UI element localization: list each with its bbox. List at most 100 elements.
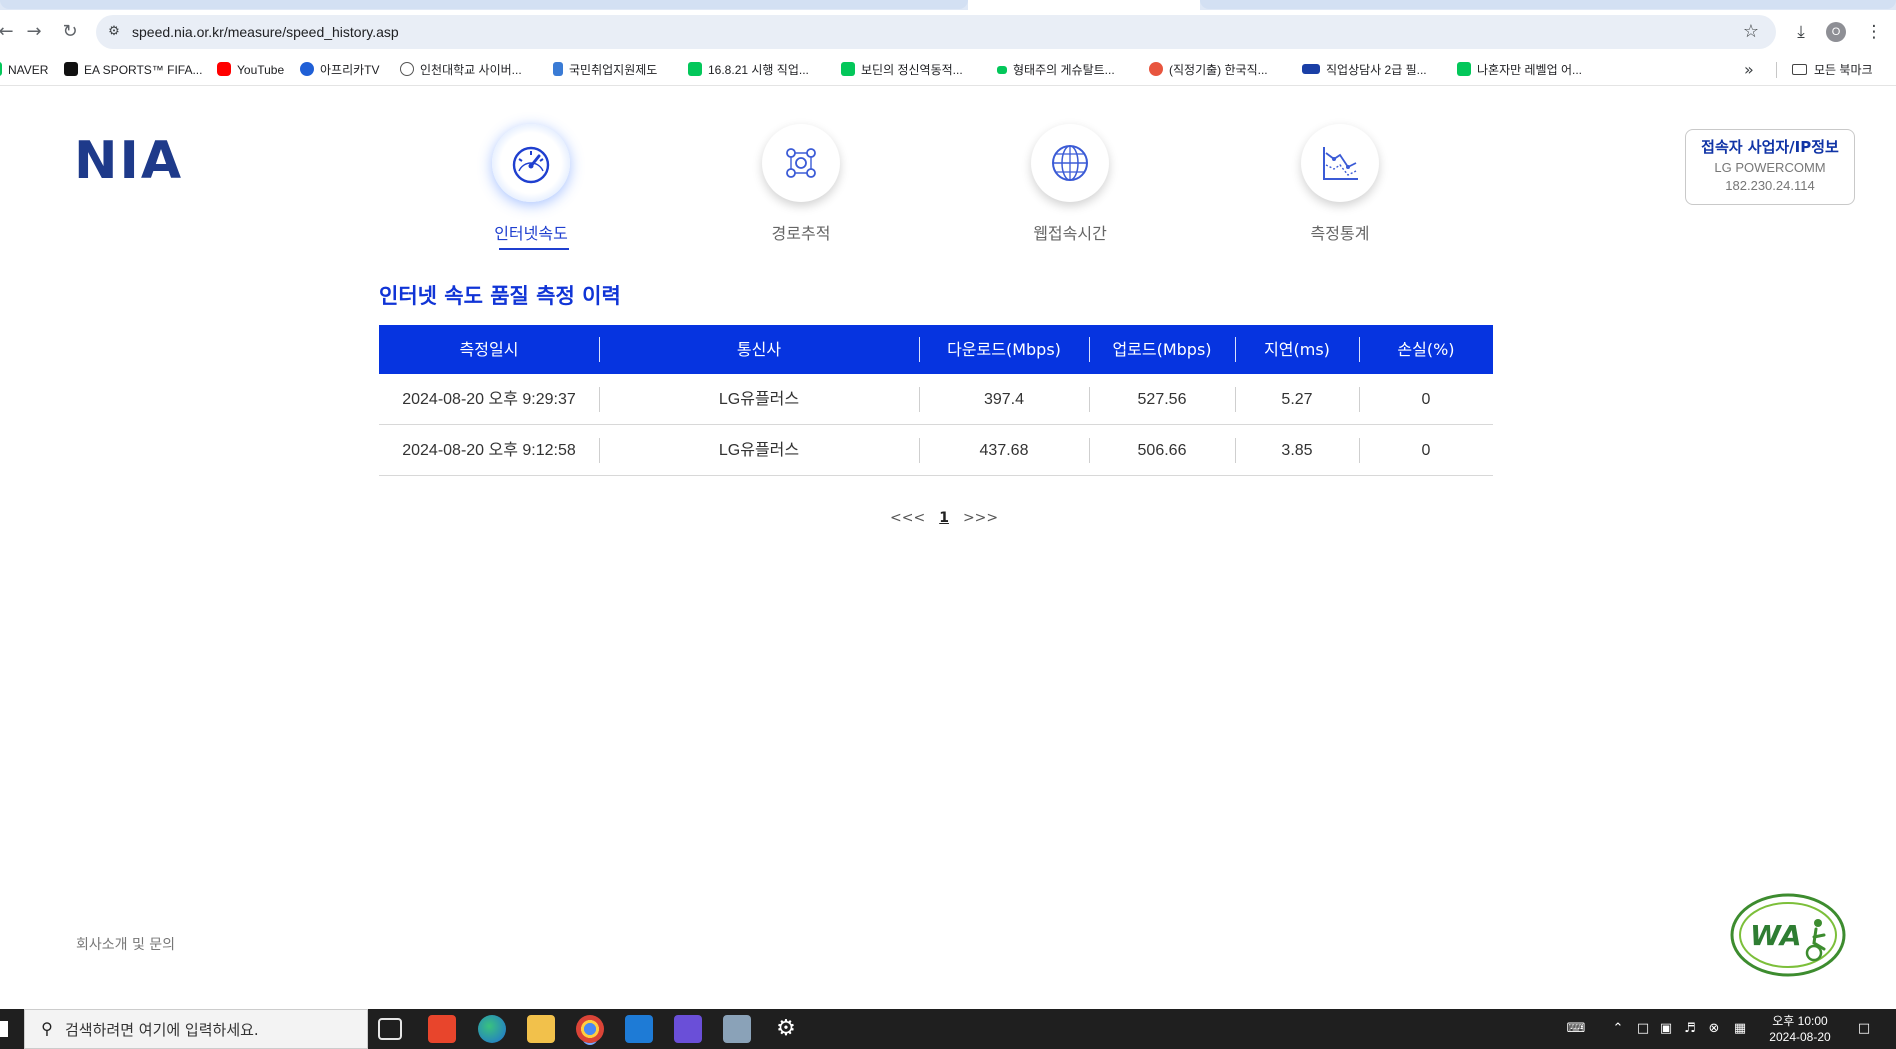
bookmark-item[interactable]: 보딘의 정신역동적...	[841, 54, 963, 86]
table-cell: 2024-08-20 오후 9:12:58	[402, 442, 576, 459]
table-row: 2024-08-20 오후 9:12:58 LG유플러스 437.68 506.…	[379, 425, 1493, 476]
nav-icon-circle[interactable]	[1301, 124, 1379, 202]
nav-label: 인터넷속도	[494, 224, 568, 243]
task-view-icon[interactable]	[378, 1018, 402, 1040]
table-cell: 506.66	[1137, 442, 1187, 459]
table-cell: LG유플러스	[718, 442, 800, 459]
inactive-tab[interactable]	[1200, 0, 1896, 9]
close-icon[interactable]: ⊗	[1704, 1009, 1724, 1049]
bookmark-star-icon[interactable]: ☆	[1740, 21, 1762, 43]
menu-icon[interactable]: ⋮	[1862, 20, 1886, 44]
bookmark-item[interactable]: 형태주의 게슈탈트...	[997, 54, 1115, 86]
active-tab[interactable]	[968, 0, 1200, 10]
nia-logo[interactable]: NIA	[74, 134, 183, 188]
edge-icon[interactable]	[478, 1015, 506, 1043]
system-clock[interactable]: 오후 10:00 2024-08-20	[1760, 1013, 1840, 1045]
download-icon[interactable]: ⤓	[1789, 20, 1813, 44]
table-cell: 0	[1421, 442, 1431, 459]
app-icon[interactable]	[723, 1015, 751, 1043]
back-icon[interactable]: ←	[0, 20, 18, 44]
bookmark-item[interactable]: 직업상담사 2급 필...	[1302, 54, 1427, 86]
nav-statistics[interactable]: 측정통계	[1260, 124, 1420, 254]
reload-icon[interactable]: ↻	[58, 20, 82, 44]
store-icon[interactable]	[625, 1015, 653, 1043]
pagination: <<< 1 >>>	[890, 510, 1012, 526]
search-placeholder[interactable]: 검색하려면 여기에 입력하세요.	[65, 1010, 259, 1049]
address-bar[interactable]: ⚙ speed.nia.or.kr/measure/speed_history.…	[96, 15, 1776, 49]
table-cell: 5.27	[1281, 391, 1313, 408]
nav-web-access-time[interactable]: 웹접속시간	[990, 124, 1150, 254]
site-info-icon[interactable]: ⚙	[104, 22, 124, 42]
column-header: 업로드(Mbps)	[1112, 340, 1212, 359]
tab-strip	[0, 0, 1896, 10]
speed-history-table: 측정일시 통신사 다운로드(Mbps) 업로드(Mbps) 지연(ms) 손실(…	[379, 325, 1493, 476]
bookmark-item[interactable]: 나혼자만 레벨업 어...	[1457, 54, 1582, 86]
file-explorer-icon[interactable]	[527, 1015, 555, 1043]
ime-icon[interactable]: ▦	[1730, 1009, 1750, 1049]
web-accessibility-mark: WA	[1728, 893, 1848, 977]
active-indicator	[499, 248, 569, 250]
bookmark-item[interactable]: 인천대학교 사이버...	[400, 54, 522, 86]
settings-icon[interactable]: ⚙	[772, 1015, 800, 1043]
isp-info-title: 접속자 사업자/IP정보	[1701, 138, 1839, 156]
globe-icon	[400, 62, 414, 76]
keyboard-icon[interactable]: ⌨	[1564, 1009, 1588, 1049]
bookmark-item[interactable]: EA SPORTS™ FIFA...	[64, 54, 202, 86]
browser-toolbar: ← → ↻ ⚙ speed.nia.or.kr/measure/speed_hi…	[0, 10, 1896, 54]
all-bookmarks-button[interactable]: 모든 북마크	[1792, 54, 1873, 86]
naver-blog-icon	[1457, 62, 1471, 76]
nav-label: 측정통계	[1310, 224, 1370, 243]
table-cell: 397.4	[983, 391, 1025, 408]
page-number-link[interactable]: 1	[939, 510, 949, 526]
chevron-up-icon[interactable]: ⌃	[1610, 1009, 1626, 1049]
company-info-link[interactable]: 회사소개 및 문의	[76, 934, 175, 954]
table-cell: 3.85	[1281, 442, 1313, 459]
speedometer-icon	[512, 146, 550, 184]
notification-icon[interactable]: □	[1852, 1009, 1876, 1049]
profile-avatar[interactable]: O	[1826, 22, 1846, 42]
bookmarks-bar: NAVER EA SPORTS™ FIFA... YouTube 아프리카TV …	[0, 54, 1896, 86]
folder-icon	[1792, 64, 1807, 75]
more-bookmarks-icon[interactable]: »	[1744, 54, 1754, 86]
opgg-icon[interactable]	[674, 1015, 702, 1043]
naver-blog-icon	[997, 66, 1007, 74]
taskbar-search[interactable]: ⚲ 검색하려면 여기에 입력하세요.	[24, 1009, 368, 1049]
fifa-icon	[64, 62, 78, 76]
isp-info-box: 접속자 사업자/IP정보 LG POWERCOMM 182.230.24.114	[1685, 129, 1855, 205]
nav-icon-circle[interactable]	[1031, 124, 1109, 202]
naver-blog-icon	[688, 62, 702, 76]
bookmark-item[interactable]: 아프리카TV	[300, 54, 380, 86]
tray-icon[interactable]: □	[1634, 1009, 1652, 1049]
app-icon[interactable]	[428, 1015, 456, 1043]
inactive-tab[interactable]	[0, 0, 968, 9]
column-header: 지연(ms)	[1264, 340, 1330, 359]
nav-internet-speed[interactable]: 인터넷속도	[451, 124, 611, 254]
clock-date: 2024-08-20	[1769, 1030, 1831, 1044]
bookmark-item[interactable]: 국민취업지원제도	[553, 54, 657, 86]
youtube-icon	[217, 62, 231, 76]
search-icon: ⚲	[41, 1019, 53, 1038]
table-cell: 527.56	[1137, 391, 1187, 408]
table-row: 2024-08-20 오후 9:29:37 LG유플러스 397.4 527.5…	[379, 374, 1493, 425]
bookmark-item[interactable]: (직정기출) 한국직...	[1149, 54, 1268, 86]
column-header: 손실(%)	[1397, 340, 1455, 359]
globe-icon	[1052, 145, 1088, 181]
windows-taskbar: ⚲ 검색하려면 여기에 입력하세요. ⚙ ⌨ ⌃ □ ▣ ♬ ⊗ ▦ 오후 10…	[0, 1009, 1896, 1049]
svg-text:WA: WA	[1750, 919, 1802, 952]
next-page-link[interactable]: >>>	[963, 510, 998, 526]
bookmark-item[interactable]: NAVER	[0, 54, 48, 86]
prev-page-link[interactable]: <<<	[890, 510, 925, 526]
nav-icon-circle[interactable]	[492, 124, 570, 202]
nav-icon-circle[interactable]	[762, 124, 840, 202]
volume-icon[interactable]: ♬	[1680, 1009, 1700, 1049]
forward-icon[interactable]: →	[22, 20, 46, 44]
bookmark-item[interactable]: YouTube	[217, 54, 284, 86]
clock-time: 오후 10:00	[1772, 1014, 1828, 1028]
url-text[interactable]: speed.nia.or.kr/measure/speed_history.as…	[132, 15, 399, 49]
start-button[interactable]	[0, 1021, 8, 1037]
chrome-icon[interactable]	[576, 1015, 604, 1043]
bookmark-item[interactable]: 16.8.21 시행 직업...	[688, 54, 809, 86]
nav-route-trace[interactable]: 경로추적	[721, 124, 881, 254]
employment-icon	[553, 62, 563, 76]
network-icon[interactable]: ▣	[1656, 1009, 1676, 1049]
